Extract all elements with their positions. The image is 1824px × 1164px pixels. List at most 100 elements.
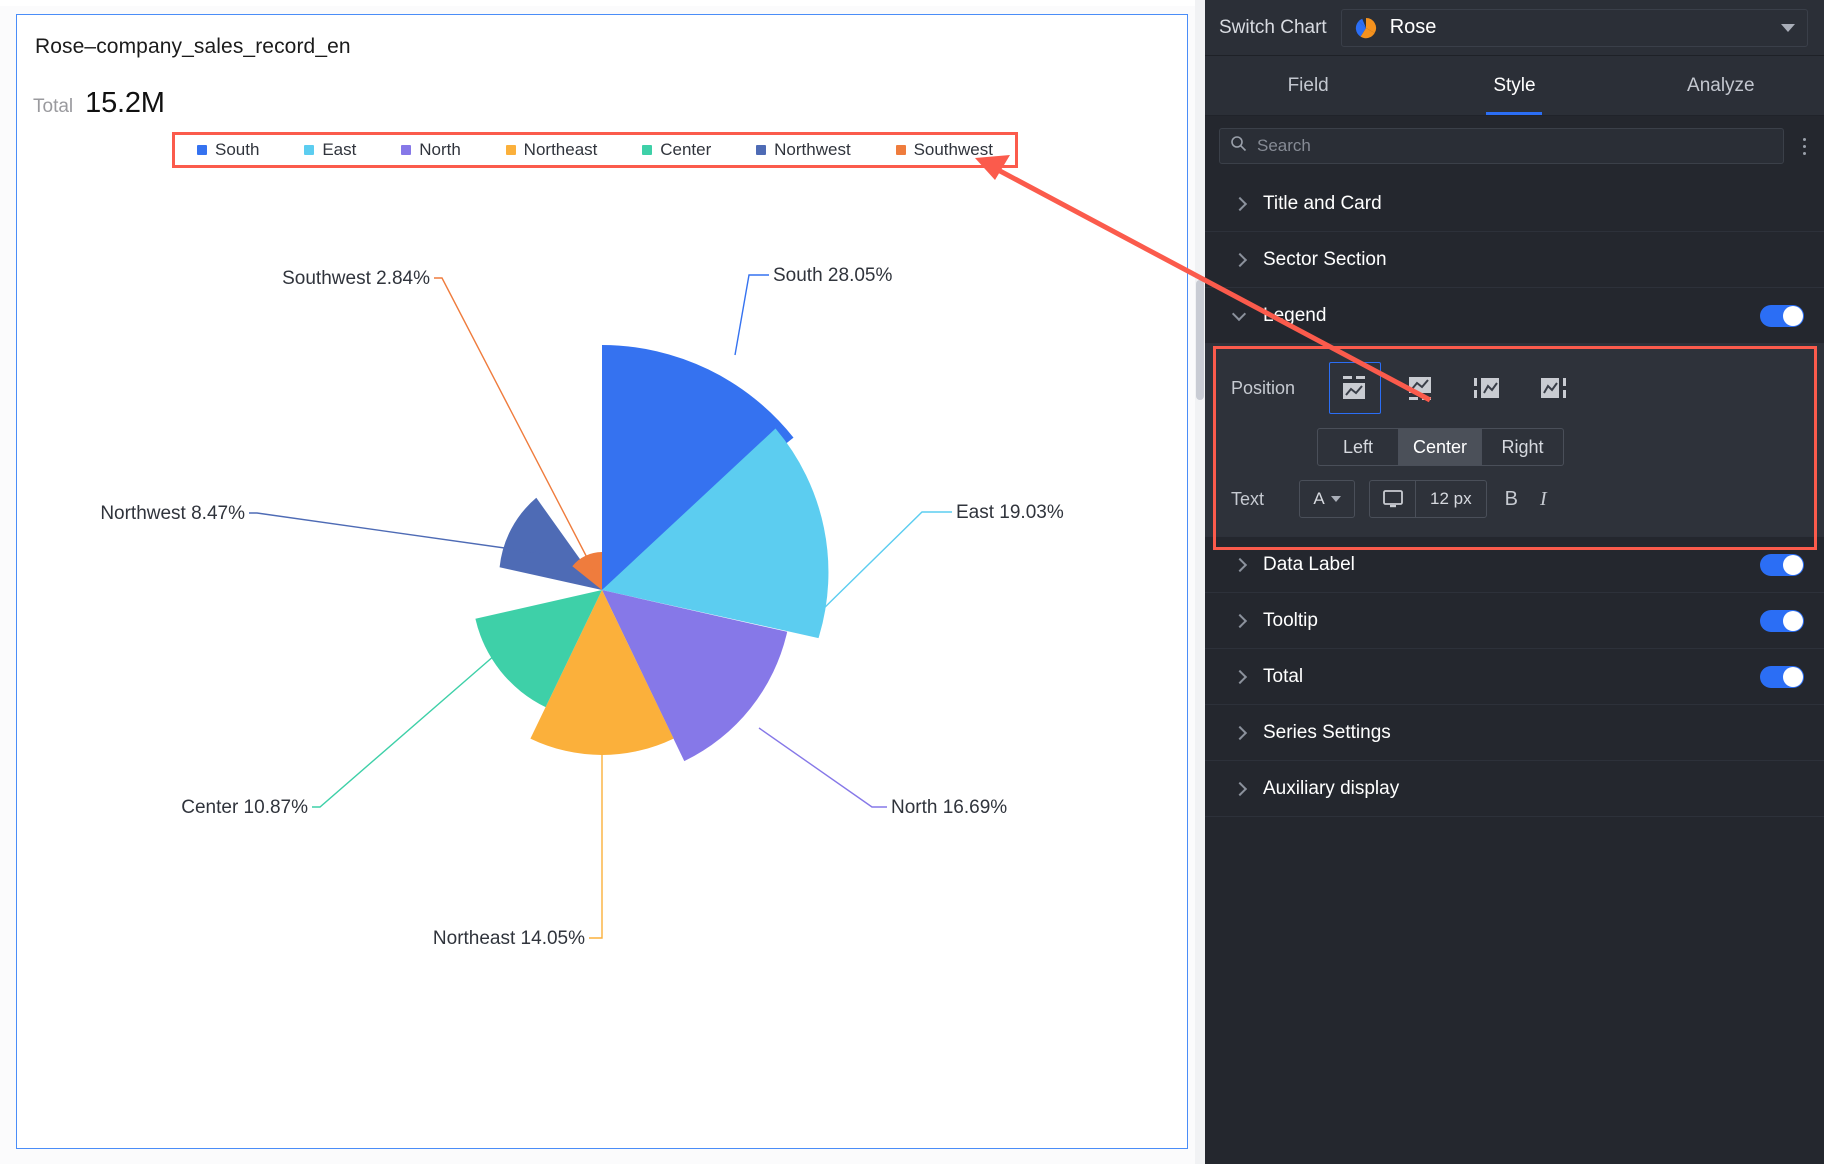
legend-label-north: North [419,140,461,159]
canvas-scrollbar-thumb[interactable] [1196,280,1204,400]
monitor-icon[interactable] [1370,481,1416,517]
search-box[interactable] [1219,128,1784,164]
legend-font-size-value[interactable]: 12 px [1416,481,1486,517]
section-label-auxiliary-display: Auxiliary display [1263,777,1400,799]
legend-text-row: Text A 12 px B I [1231,480,1802,518]
chevron-right-icon [1233,558,1247,572]
total-value: 15.2M [85,87,165,119]
chart-type-select[interactable]: Rose [1340,8,1808,47]
section-title-and-card[interactable]: Title and Card [1205,176,1824,232]
section-data-label[interactable]: Data Label [1205,537,1824,593]
chart-card[interactable]: Rose–company_sales_record_en Total 15.2M… [16,14,1188,1149]
chevron-right-icon [1233,197,1247,211]
section-label-sector-section: Sector Section [1263,248,1387,270]
chevron-down-icon[interactable] [1781,23,1795,32]
data-label-center: Center 10.87% [181,797,308,818]
legend-swatch-north [401,145,412,155]
canvas-scrollbar-track[interactable] [1195,0,1205,1164]
legend-item-southwest[interactable]: Southwest [895,140,993,160]
legend-item-north[interactable]: North [401,140,461,160]
legend-left-icon[interactable] [1461,362,1513,414]
rose-chart[interactable]: South 28.05% East 19.03% North 16.69% No… [17,175,1187,1075]
legend-label-northwest: Northwest [774,140,851,159]
legend-align-group: Left Center Right [1317,428,1802,466]
legend-swatch-northwest [756,145,767,155]
tab-analyze[interactable]: Analyze [1618,56,1824,115]
page-title: Rose–company_sales_record_en [35,35,351,58]
data-label-toggle[interactable] [1760,553,1804,576]
legend-font-value: A [1313,489,1325,508]
legend-font-select[interactable]: A [1299,480,1355,518]
leader-line-north [758,727,887,808]
legend-bold-button[interactable]: B [1501,488,1522,511]
legend-label-northeast: Northeast [523,140,598,159]
legend-swatch-northeast [505,145,516,155]
switch-chart-label: Switch Chart [1219,16,1327,38]
total-row: Total 15.2M [33,87,165,120]
legend-align-left[interactable]: Left [1317,428,1399,466]
search-row [1205,116,1824,176]
data-label-east: East 19.03% [956,502,1064,523]
legend-italic-button[interactable]: I [1536,488,1551,511]
legend-right-icon[interactable] [1527,362,1579,414]
section-legend[interactable]: Legend [1205,288,1824,344]
chevron-down-icon [1330,496,1341,502]
style-sections: Title and Card Sector Section Legend Pos… [1205,176,1824,1164]
tooltip-toggle[interactable] [1760,609,1804,632]
legend-position-label: Position [1231,377,1296,398]
chart-type-value: Rose [1389,16,1437,38]
style-panel: Switch Chart Rose Field Style Analyze Se… [1205,0,1824,1164]
rose-chart-icon [1354,16,1378,40]
legend-swatch-east [304,145,315,155]
legend-item-south[interactable]: South [197,140,259,160]
legend-swatch-southwest [895,145,906,155]
legend-align-right[interactable]: Right [1482,428,1565,466]
legend-label-southwest: Southwest [913,140,993,159]
tab-field[interactable]: Field [1205,56,1411,115]
section-label-tooltip: Tooltip [1263,609,1318,631]
chart-canvas-area: Rose–company_sales_record_en Total 15.2M… [0,0,1205,1164]
leader-line-center [312,654,496,808]
section-tooltip[interactable]: Tooltip [1205,593,1824,649]
section-total[interactable]: Total [1205,649,1824,705]
legend-label-east: East [322,140,357,159]
legend-settings-body: Position Left Center Right Text A 12 px … [1205,344,1824,537]
chevron-right-icon [1233,253,1247,267]
legend-font-size-group: 12 px [1369,480,1487,518]
chevron-right-icon [1233,614,1247,628]
section-sector-section[interactable]: Sector Section [1205,232,1824,288]
search-icon [1230,135,1247,157]
total-toggle[interactable] [1760,665,1804,688]
rose-chart-svg: South 28.05% East 19.03% North 16.69% No… [100,265,1064,949]
more-options-icon[interactable] [1794,137,1814,155]
chevron-right-icon [1233,726,1247,740]
legend-top-icon[interactable] [1329,362,1381,414]
chart-legend[interactable]: South East North Northeast Center Northw… [175,135,1015,165]
leader-line-northwest [249,512,541,554]
legend-swatch-south [197,145,207,155]
legend-item-center[interactable]: Center [642,140,711,160]
leader-line-east [816,511,952,616]
canvas-top-chrome [0,0,1205,6]
tab-style[interactable]: Style [1411,56,1617,115]
search-input[interactable] [1257,136,1773,156]
legend-text-label: Text [1231,488,1265,509]
legend-position-row: Position [1231,362,1802,414]
leader-line-south [734,274,769,356]
legend-bottom-icon[interactable] [1395,362,1447,414]
legend-swatch-center [642,145,653,155]
data-label-southwest: Southwest 2.84% [282,268,430,289]
legend-item-northeast[interactable]: Northeast [505,140,598,160]
section-label-title-and-card: Title and Card [1263,192,1382,214]
chart-editor-app: Rose–company_sales_record_en Total 15.2M… [0,0,1824,1164]
legend-label-center: Center [660,140,712,159]
legend-toggle[interactable] [1760,304,1804,327]
section-auxiliary-display[interactable]: Auxiliary display [1205,761,1824,817]
switch-chart-bar: Switch Chart Rose [1205,0,1824,56]
legend-align-center[interactable]: Center [1399,428,1483,466]
chevron-right-icon [1233,670,1247,684]
section-series-settings[interactable]: Series Settings [1205,705,1824,761]
legend-item-east[interactable]: East [304,140,356,160]
total-label: Total [33,96,74,117]
legend-item-northwest[interactable]: Northwest [756,140,851,160]
